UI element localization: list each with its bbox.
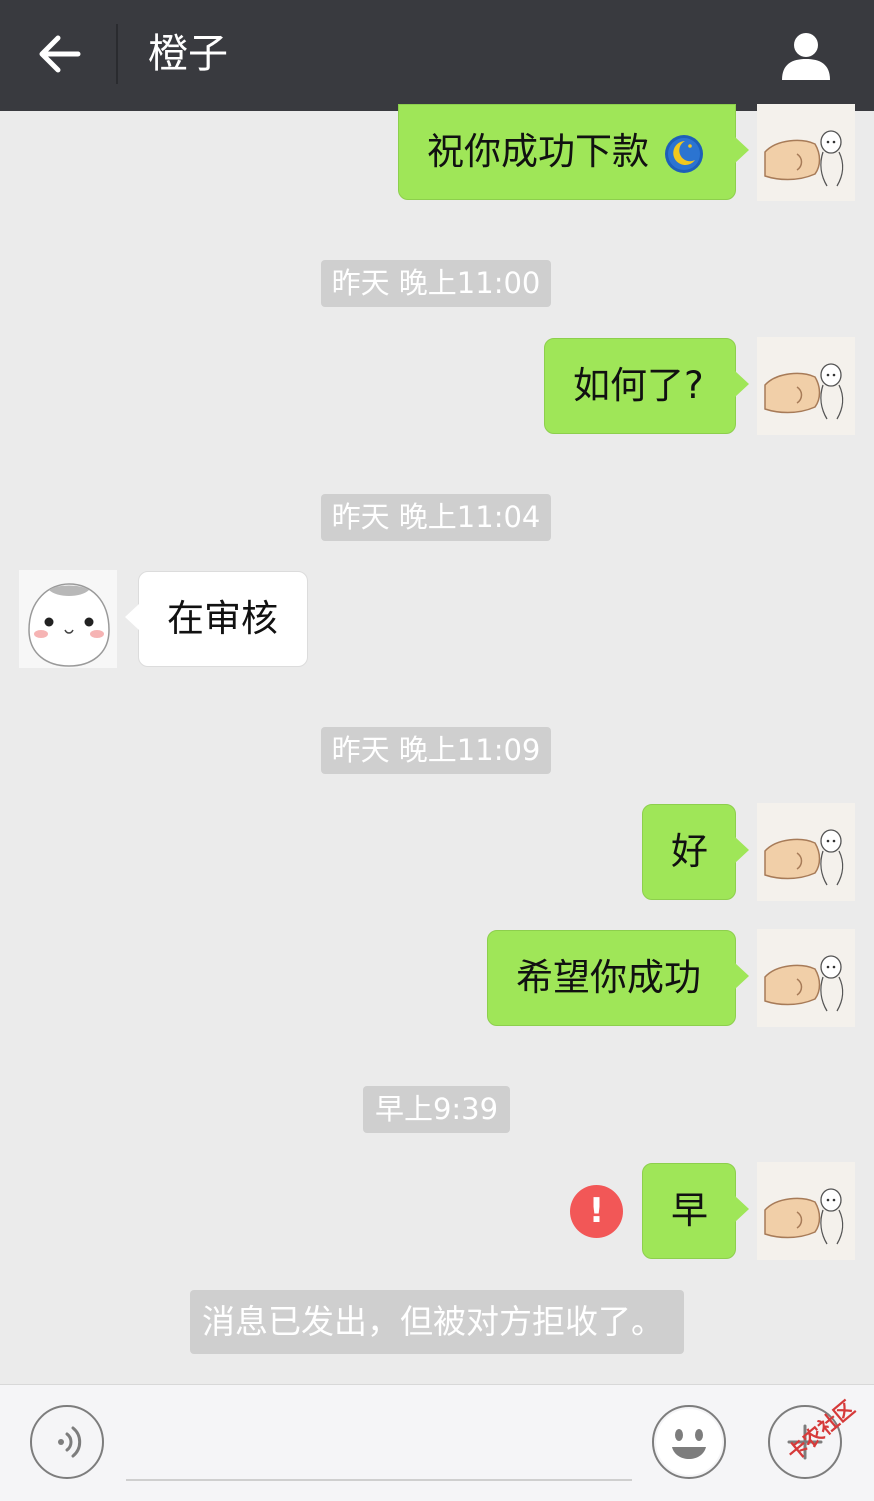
message-input[interactable] [126,1479,632,1481]
chat-title: 橙子 [148,31,228,77]
message-bubble-outgoing[interactable]: 如何了? [544,338,749,434]
message-text: 祝你成功下款 [427,130,649,173]
fist-avatar-image [757,803,855,901]
chat-info-button[interactable] [774,24,838,88]
timestamp: 早上9:39 [363,1086,510,1133]
fist-avatar-image [757,104,855,201]
hamster-avatar-image [19,570,117,668]
timestamp: 昨天 晚上11:04 [321,494,551,541]
my-avatar[interactable] [757,1162,855,1260]
fist-avatar-image [757,929,855,1027]
person-icon [782,33,830,80]
back-button[interactable] [28,22,92,86]
message-bubble-incoming[interactable]: 在审核 [125,571,308,667]
message-bubble-outgoing[interactable]: 好 [642,804,749,900]
message-text: 在审核 [167,597,278,640]
my-avatar[interactable] [757,104,855,201]
message-text: 如何了? [573,364,704,407]
rejected-notice: 消息已发出，但被对方拒收了。 [190,1290,684,1354]
chat-header: 橙子 [0,0,874,111]
message-text: 好 [671,830,708,873]
message-bubble-outgoing[interactable]: 早 [642,1163,749,1259]
timestamp: 昨天 晚上11:00 [321,260,551,307]
message-text: 早 [671,1189,708,1232]
emoji-button[interactable] [652,1405,726,1479]
send-failed-icon[interactable]: ! [570,1185,623,1238]
voice-input-button[interactable] [30,1405,104,1479]
my-avatar[interactable] [757,337,855,435]
moon-emoji-icon [664,134,703,173]
voice-icon [58,1426,82,1458]
header-divider [116,24,118,84]
fist-avatar-image [757,1162,855,1260]
back-arrow-icon [39,35,81,73]
message-bubble-outgoing[interactable]: 祝你成功下款 [398,104,749,200]
input-bar: 卡农社区 [0,1384,874,1501]
contact-avatar[interactable] [19,570,117,668]
my-avatar[interactable] [757,929,855,1027]
message-text: 希望你成功 [516,956,701,999]
my-avatar[interactable] [757,803,855,901]
timestamp: 昨天 晚上11:09 [321,727,551,774]
fist-avatar-image [757,337,855,435]
message-bubble-outgoing[interactable]: 希望你成功 [487,930,749,1026]
smiley-icon [656,1409,722,1475]
